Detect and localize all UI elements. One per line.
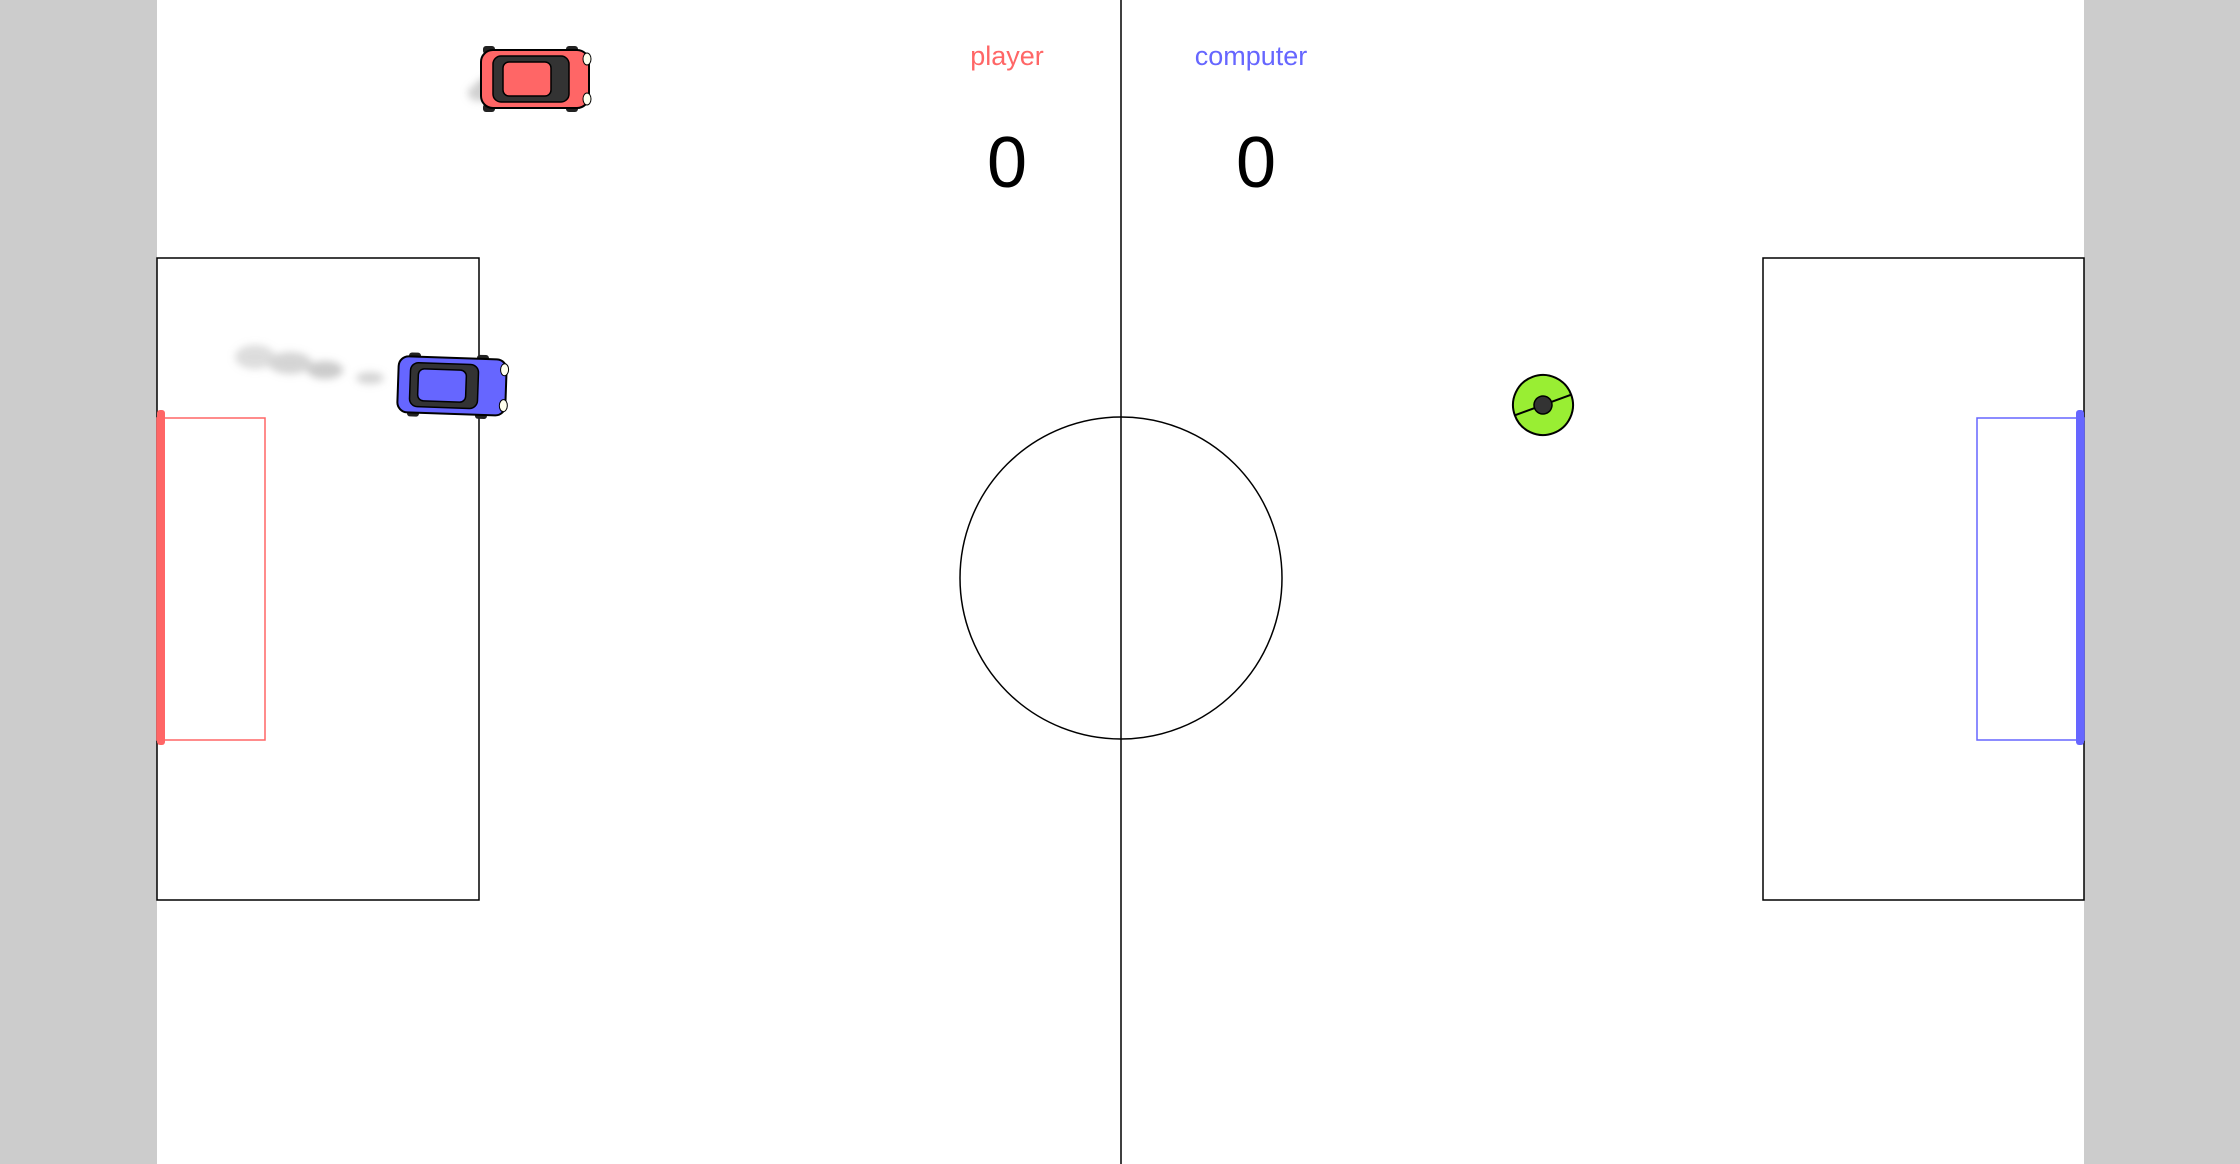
computer-car (396, 352, 510, 420)
player-goal (157, 410, 165, 745)
player-score: 0 (986, 123, 1028, 203)
soccer-field (0, 0, 2240, 1164)
right-gutter (2084, 0, 2240, 1164)
left-gutter (0, 0, 157, 1164)
game-stage[interactable]: player computer 0 0 (0, 0, 2240, 1164)
player-label: player (970, 41, 1044, 71)
computer-label: computer (1194, 41, 1308, 71)
computer-goal (2076, 410, 2084, 745)
computer-score: 0 (1235, 123, 1277, 203)
player-car (480, 46, 592, 112)
